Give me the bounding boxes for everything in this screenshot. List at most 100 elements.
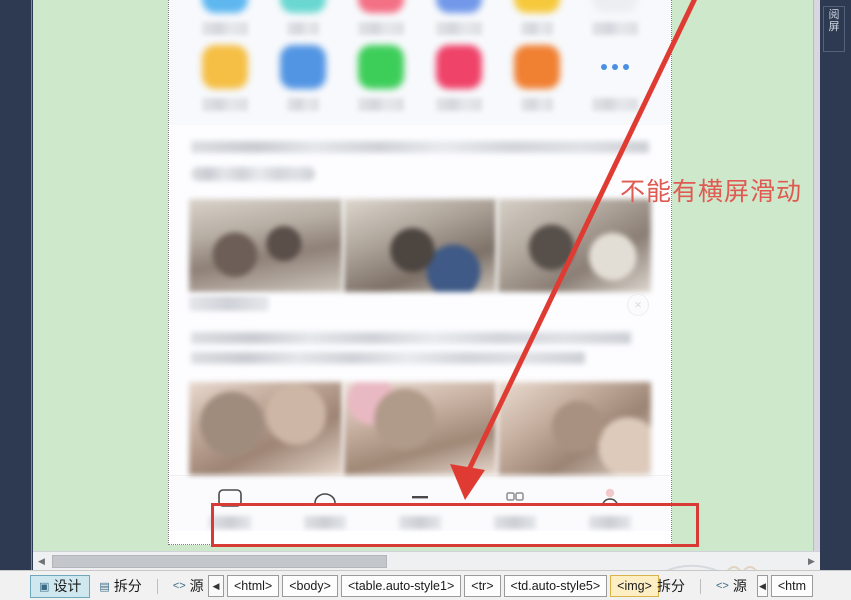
app-icon-cell[interactable]: [425, 0, 493, 35]
app-icon-label: [521, 98, 553, 111]
photo-thumbnail[interactable]: [498, 199, 652, 292]
app-icon-cell[interactable]: [581, 45, 649, 111]
text-line: [191, 332, 631, 344]
split-view-label: 拆分: [113, 578, 142, 594]
nav-label: [398, 516, 441, 529]
tag-body[interactable]: <body>: [282, 575, 338, 597]
horizontal-scrollbar[interactable]: ◀ ▶: [33, 551, 820, 570]
nav-item-5[interactable]: [562, 484, 657, 529]
phone-bottom-nav: [169, 475, 671, 531]
photo-thumbnail[interactable]: [498, 382, 652, 475]
scrollbar-thumb[interactable]: [52, 554, 387, 568]
app-icon-cell[interactable]: [503, 45, 571, 111]
app-icon-1[interactable]: [202, 0, 248, 13]
grid-icon: [467, 484, 562, 514]
more-dots-icon[interactable]: [592, 45, 638, 89]
app-icon-9[interactable]: [358, 45, 404, 89]
app-icon-6[interactable]: [592, 0, 638, 13]
app-icon-cell[interactable]: [269, 0, 337, 35]
nav-label: [493, 516, 536, 529]
app-icon-label: [202, 22, 248, 35]
person-icon: [562, 484, 657, 514]
page-cell[interactable]: ×: [168, 0, 672, 545]
photo-thumbnail[interactable]: [343, 382, 497, 475]
design-icon: ▣: [39, 580, 50, 593]
photo-thumbnail[interactable]: [189, 382, 342, 475]
breadcrumb: ◀ <html> <body> <table.auto-style1> <tr>…: [208, 574, 659, 598]
app-icon-cell[interactable]: [581, 0, 649, 35]
app-icon-5[interactable]: [514, 0, 560, 13]
right-gutter: [813, 0, 820, 571]
photo-strip-1: [169, 199, 671, 292]
app-icon-4[interactable]: [436, 0, 482, 13]
scrollbar-track[interactable]: [50, 553, 803, 570]
scroll-left-arrow-icon[interactable]: ◀: [33, 552, 50, 570]
app-icon-cell[interactable]: [347, 45, 415, 111]
post-text-block-2: [169, 326, 671, 382]
app-icon-8[interactable]: [280, 45, 326, 89]
source-view-label-2: 源: [732, 578, 747, 594]
app-icon-cell[interactable]: [425, 45, 493, 111]
nav-item-4[interactable]: [467, 484, 562, 529]
split-view-button-2[interactable]: 拆分: [648, 575, 694, 598]
app-icon-3[interactable]: [358, 0, 404, 13]
nav-label: [588, 516, 631, 529]
app-icon-cell[interactable]: [191, 45, 259, 111]
breadcrumb-secondary-clip: ◀ <htm: [757, 574, 813, 598]
tag-td[interactable]: <td.auto-style5>: [503, 575, 608, 597]
text-line: [191, 352, 585, 364]
separator: [156, 578, 158, 594]
tag-html-2[interactable]: <htm: [770, 575, 813, 597]
photo-thumbnail[interactable]: [189, 199, 342, 292]
tag-html[interactable]: <html>: [227, 575, 280, 597]
code-icon-2: <>: [716, 580, 729, 592]
app-icon-label: [287, 98, 319, 111]
photo-thumbnail[interactable]: [343, 199, 497, 292]
design-view-button[interactable]: ▣ 设计: [30, 574, 91, 598]
app-icon-label: [358, 22, 404, 35]
app-icon-cell[interactable]: [191, 0, 259, 35]
source-view-button-2[interactable]: <> 源: [707, 575, 756, 598]
app-icon-label: [436, 98, 482, 111]
view-mode-group: ▣ 设计 ▤ 拆分 <> 源: [30, 574, 226, 598]
app-icon-10[interactable]: [436, 45, 482, 89]
left-dock-panel: [0, 0, 32, 571]
vertical-tab-preview[interactable]: 阅 屏: [823, 6, 845, 52]
design-canvas[interactable]: × 不能有横屏滑动: [33, 0, 813, 551]
app-icon-label: [287, 22, 319, 35]
nav-item-1[interactable]: [183, 484, 278, 529]
view-mode-group-secondary: 拆分 <> 源: [648, 574, 769, 598]
chat-bubble-icon: [183, 484, 278, 514]
app-icon-row-2: [189, 45, 651, 111]
scroll-right-arrow-icon[interactable]: ▶: [803, 552, 820, 570]
tag-table[interactable]: <table.auto-style1>: [340, 575, 462, 597]
nav-item-3[interactable]: [373, 484, 468, 529]
page-content: ×: [169, 0, 671, 531]
app-icon-grid: [169, 0, 671, 125]
list-icon: [373, 484, 468, 514]
compass-icon: [278, 484, 373, 514]
code-icon: <>: [172, 580, 186, 592]
separator: [700, 578, 701, 594]
nav-item-2[interactable]: [278, 484, 373, 529]
app-icon-row-1: [189, 0, 651, 35]
app-icon-2[interactable]: [280, 0, 326, 13]
status-bar: ▣ 设计 ▤ 拆分 <> 源 ◀ <html> <body> <table.au…: [0, 570, 851, 600]
breadcrumb-prev-icon[interactable]: ◀: [208, 575, 224, 597]
app-icon-cell[interactable]: [347, 0, 415, 35]
app-icon-7[interactable]: [202, 45, 248, 89]
app-icon-cell[interactable]: [269, 45, 337, 111]
app-icon-cell[interactable]: [503, 0, 571, 35]
right-dock-panel: [820, 0, 851, 571]
split-view-button[interactable]: ▤ 拆分: [90, 575, 150, 598]
source-view-button[interactable]: <> 源: [164, 575, 213, 598]
breadcrumb-prev-icon-2[interactable]: ◀: [757, 575, 768, 597]
app-icon-label: [202, 98, 248, 111]
app-icon-11[interactable]: [514, 45, 560, 89]
split-icon: ▤: [99, 580, 110, 593]
app-icon-label: [436, 22, 482, 35]
tag-tr[interactable]: <tr>: [464, 575, 501, 597]
text-line: [191, 167, 315, 181]
close-icon[interactable]: ×: [627, 294, 649, 316]
app-window: × 不能有横屏滑动 阅 屏 ◀ ▶ ▣ 设计 ▤ 拆分 <> 源 ◀ <html…: [0, 0, 851, 600]
